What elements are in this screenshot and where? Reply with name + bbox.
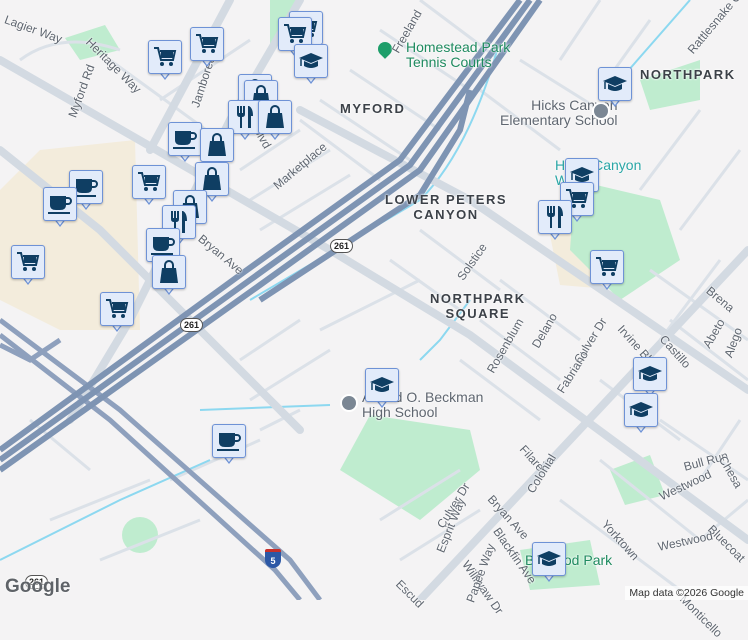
school-icon — [624, 393, 658, 427]
area-label-northpark: NORTHPARK — [640, 67, 736, 82]
school-icon — [633, 357, 667, 391]
shopping-icon — [258, 100, 292, 134]
poi-line: Tennis Courts — [406, 54, 492, 70]
school-icon — [532, 542, 566, 576]
sr261-shield: 261 — [180, 318, 204, 332]
shopping-icon — [152, 255, 186, 289]
marker-grocery[interactable] — [100, 292, 134, 334]
marker-shopping[interactable] — [152, 255, 186, 297]
grocery-icon — [148, 40, 182, 74]
sr261-shield: 261 — [330, 239, 354, 253]
cafe-icon — [212, 424, 246, 458]
restaurant-icon — [538, 200, 572, 234]
marker-grocery[interactable] — [590, 250, 624, 292]
marker-school[interactable] — [365, 368, 399, 410]
school-icon — [598, 67, 632, 101]
school-icon — [294, 44, 328, 78]
google-logo: Google — [5, 576, 71, 597]
grocery-icon — [132, 165, 166, 199]
area-line: LOWER PETERS — [385, 192, 508, 207]
grocery-icon — [590, 250, 624, 284]
marker-grocery[interactable] — [148, 40, 182, 82]
marker-school[interactable] — [532, 542, 566, 584]
marker-school[interactable] — [624, 393, 658, 435]
grocery-icon — [11, 245, 45, 279]
marker-cafe[interactable] — [43, 187, 77, 229]
school-icon — [365, 368, 399, 402]
shopping-icon — [200, 128, 234, 162]
area-label-northpark-square: NORTHPARK SQUARE — [430, 291, 526, 321]
marker-restaurant[interactable] — [538, 200, 572, 242]
i5-shield: 5 — [265, 549, 281, 568]
marker-shopping[interactable] — [258, 100, 292, 142]
marker-school[interactable] — [294, 44, 328, 86]
school-pin-icon — [340, 394, 358, 412]
area-line: CANYON — [413, 207, 479, 222]
marker-cafe[interactable] — [168, 122, 202, 164]
area-line: NORTHPARK — [430, 291, 526, 306]
marker-grocery[interactable] — [132, 165, 166, 207]
map-copyright[interactable]: Map data ©2026 Google — [625, 586, 748, 600]
marker-school[interactable] — [598, 67, 632, 109]
area-label-lower-peters-canyon: LOWER PETERS CANYON — [385, 192, 507, 222]
marker-grocery[interactable] — [190, 27, 224, 69]
area-label-myford: MYFORD — [340, 101, 406, 116]
cafe-icon — [43, 187, 77, 221]
cafe-icon — [168, 122, 202, 156]
marker-cafe[interactable] — [212, 424, 246, 466]
grocery-icon — [100, 292, 134, 326]
grocery-icon — [190, 27, 224, 61]
marker-grocery[interactable] — [11, 245, 45, 287]
